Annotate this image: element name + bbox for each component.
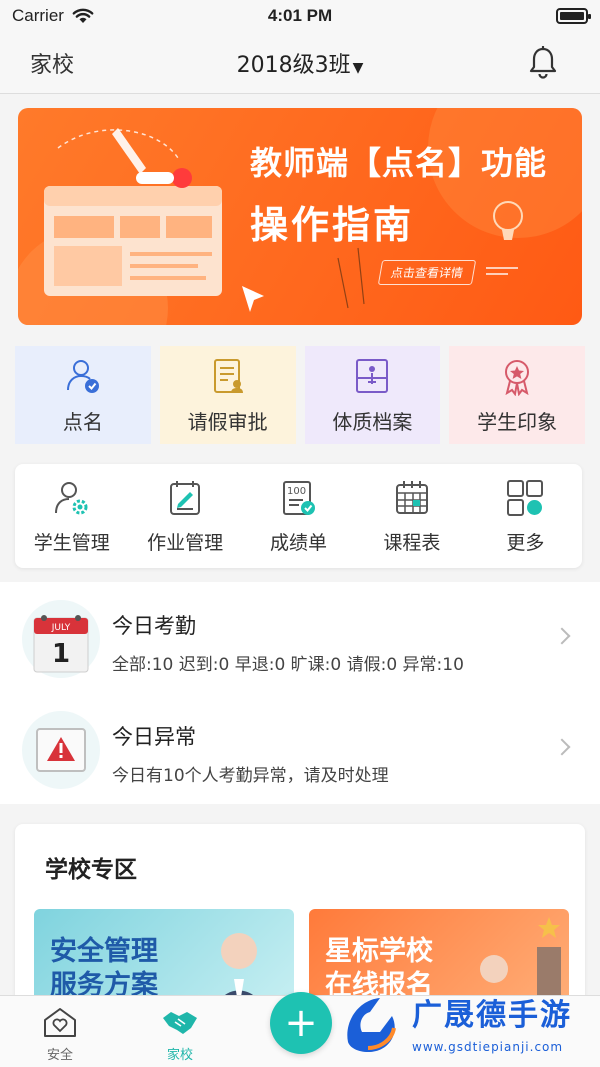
student-manage-icon	[54, 481, 88, 514]
watermark-text: 广晟德手游	[412, 998, 572, 1033]
carrier-label: Carrier	[12, 6, 64, 25]
calendar-icon: JULY 1	[33, 615, 89, 673]
tool-label: 课程表	[383, 531, 441, 554]
bell-icon[interactable]	[528, 46, 558, 80]
banner-subheadline: 操作指南	[250, 203, 415, 247]
schedule-icon	[395, 480, 428, 514]
promo-text: 安全管理 服务方案	[50, 936, 158, 1001]
quick-action-label: 学生印象	[477, 409, 558, 434]
tool-label: 更多	[506, 531, 545, 554]
abnormal-title: 今日异常	[112, 725, 196, 749]
banner-detail-link[interactable]: 点击查看详情	[377, 260, 477, 285]
user-check-icon	[66, 359, 99, 393]
attendance-title: 今日考勤	[112, 614, 196, 638]
home-heart-icon	[44, 1008, 76, 1037]
tab-safety[interactable]: 安全	[20, 1006, 100, 1063]
status-bar: Carrier 4:01 PM	[0, 0, 600, 32]
attendance-list: JULY 1 今日考勤 全部:10 迟到:0 早退:0 旷课:0 请假:0 异常…	[0, 582, 600, 804]
watermark-logo-icon	[347, 998, 396, 1052]
abnormal-desc: 今日有10个人考勤异常，请及时处理	[112, 766, 389, 786]
calendar-month: JULY	[51, 623, 71, 633]
class-selector[interactable]: 2018级3班 ▼	[0, 47, 600, 79]
quick-action-label: 点名	[62, 409, 103, 434]
warning-avatar	[22, 711, 100, 789]
badge-ribbon-icon	[505, 359, 530, 396]
grid-more-icon	[507, 479, 544, 516]
quick-action-roll-call[interactable]: 点名	[15, 346, 151, 444]
tool-label: 成绩单	[270, 531, 328, 554]
quick-action-student-impression[interactable]: 学生印象	[449, 346, 585, 444]
svg-text:100: 100	[287, 486, 306, 497]
calendar-avatar: JULY 1	[22, 600, 100, 678]
tool-label: 作业管理	[147, 531, 224, 554]
watermark-url: www.gsdtiepianji.com	[412, 1040, 564, 1054]
abnormal-today-item[interactable]: 今日异常 今日有10个人考勤异常，请及时处理	[0, 693, 600, 804]
status-left: Carrier	[12, 6, 94, 26]
quick-actions: 点名 请假审批 体质档案 学生印象	[15, 346, 585, 444]
tab-home-school[interactable]: 家校	[140, 1006, 220, 1063]
tool-more[interactable]: 更多	[469, 464, 582, 568]
tool-student-management[interactable]: 学生管理	[15, 464, 128, 568]
quick-action-label: 体质档案	[332, 409, 413, 434]
quick-action-leave-approval[interactable]: 请假审批	[159, 346, 296, 444]
add-button[interactable]: +	[270, 992, 332, 1054]
tab-label: 家校	[166, 1048, 193, 1063]
calendar-day: 1	[52, 639, 70, 669]
body-record-icon	[356, 358, 389, 393]
nav-bar: 家校 2018级3班 ▼	[0, 32, 600, 94]
school-zone-title: 学校专区	[45, 857, 137, 883]
leave-form-icon	[213, 358, 243, 393]
handshake-icon	[163, 1012, 197, 1034]
warning-icon	[36, 728, 86, 772]
tools-card: 学生管理 作业管理 100 成绩单 课程表 更多	[15, 464, 582, 568]
attendance-today-item[interactable]: JULY 1 今日考勤 全部:10 迟到:0 早退:0 旷课:0 请假:0 异常…	[0, 582, 600, 693]
caret-down-icon: ▼	[352, 59, 364, 76]
attendance-summary: 全部:10 迟到:0 早退:0 旷课:0 请假:0 异常:10	[112, 655, 464, 675]
tab-label: 安全	[46, 1048, 73, 1063]
quick-action-label: 请假审批	[187, 409, 268, 434]
tool-score-report[interactable]: 100 成绩单	[242, 464, 355, 568]
battery-icon	[556, 8, 591, 24]
chevron-right-icon	[553, 627, 571, 645]
quick-action-physical-record[interactable]: 体质档案	[304, 346, 441, 444]
score-report-icon: 100	[282, 480, 315, 515]
watermark: 广晟德手游 www.gsdtiepianji.com	[340, 988, 600, 1062]
tool-homework-management[interactable]: 作业管理	[128, 464, 241, 568]
tool-schedule[interactable]: 课程表	[355, 464, 468, 568]
homework-icon	[170, 480, 201, 515]
chevron-right-icon	[553, 738, 571, 756]
tool-label: 学生管理	[33, 531, 110, 554]
banner-headline: 教师端【点名】功能	[250, 144, 548, 182]
class-title: 2018级3班	[236, 52, 351, 78]
guide-banner[interactable]: 教师端【点名】功能 操作指南 点击查看详情	[18, 108, 582, 325]
plus-icon: +	[284, 1000, 318, 1046]
wifi-icon	[72, 8, 94, 23]
